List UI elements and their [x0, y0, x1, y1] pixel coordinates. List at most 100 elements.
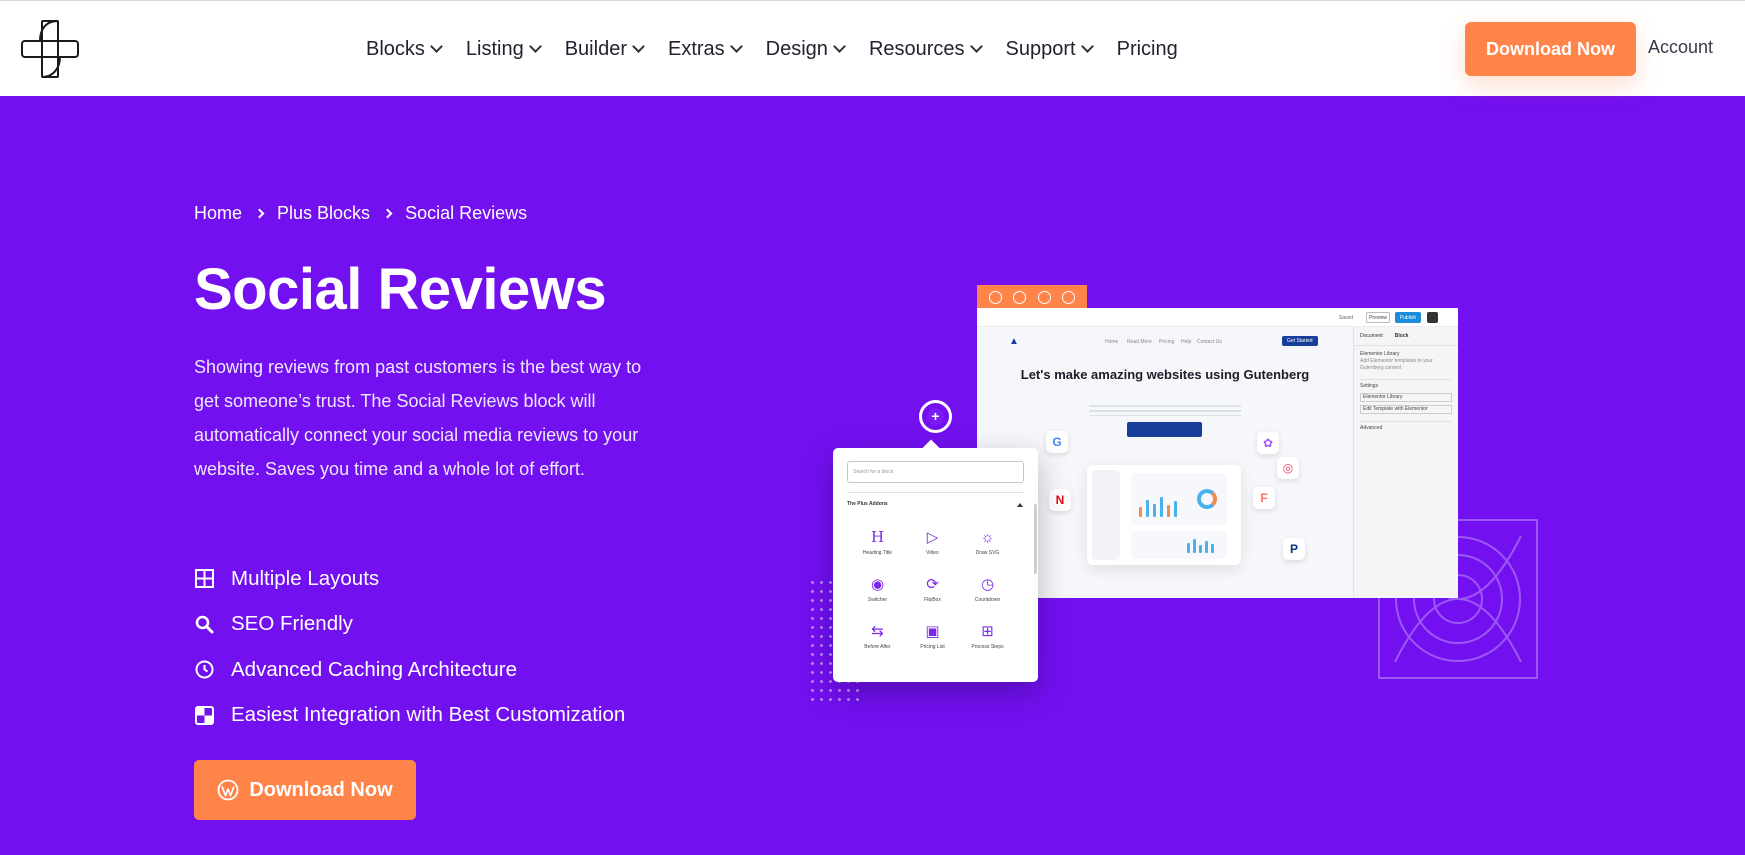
- panel-tabs: Document Block: [1354, 327, 1458, 346]
- header-download-button[interactable]: Download Now: [1465, 22, 1636, 76]
- block-item[interactable]: ⇆ Before After: [850, 622, 905, 650]
- download-now-button[interactable]: Download Now: [194, 760, 416, 820]
- block-label: Before After: [864, 644, 891, 650]
- collapse-icon[interactable]: [1017, 503, 1023, 507]
- mock-nav-item: Home: [1105, 339, 1119, 345]
- chevron-down-icon: [1080, 40, 1094, 53]
- chevron-down-icon: [729, 40, 743, 53]
- flipbox-icon: ⟳: [926, 576, 939, 593]
- block-search-input[interactable]: Search for a block: [847, 461, 1024, 483]
- mock-nav-item: Contact Us: [1197, 339, 1222, 345]
- nav-label: Design: [765, 37, 828, 60]
- panel-item[interactable]: Settings: [1360, 379, 1452, 390]
- bar: [1167, 505, 1170, 517]
- block-item[interactable]: ⊞ Process Steps: [960, 622, 1015, 650]
- panel-content: Elementor Library Add Elementor template…: [1354, 346, 1458, 437]
- block-item[interactable]: ☼ Draw SVG: [960, 528, 1015, 557]
- nav-extras[interactable]: Extras: [667, 37, 743, 61]
- add-block-button[interactable]: +: [919, 400, 952, 433]
- chevron-down-icon: [632, 40, 645, 53]
- redo-icon[interactable]: [1037, 290, 1051, 304]
- chevron-right-icon: [254, 208, 265, 219]
- layout-grid-icon: [194, 569, 214, 589]
- countdown-icon: ◷: [980, 576, 995, 593]
- site-logo[interactable]: [20, 19, 80, 79]
- dashboard-chart-card: [1131, 473, 1227, 525]
- block-label: Process Steps: [971, 644, 1004, 650]
- nav-label: Resources: [868, 37, 965, 60]
- bar: [1187, 543, 1190, 553]
- feature-item: Easiest Integration with Best Customizat…: [194, 693, 625, 739]
- dashboard-bottom-card: [1131, 531, 1227, 559]
- block-item[interactable]: ▣ Pricing List: [905, 622, 960, 650]
- bar: [1205, 541, 1208, 553]
- panel-item[interactable]: Elementor Library: [1360, 393, 1452, 402]
- breadcrumb: Home Plus Blocks Social Reviews: [194, 203, 527, 224]
- mock-nav-item: Help: [1181, 339, 1192, 345]
- mock-brand-icon: ▲: [1009, 336, 1019, 347]
- undo-icon[interactable]: [1013, 290, 1027, 304]
- feature-item: Multiple Layouts: [194, 556, 625, 602]
- nav-label: Support: [1005, 37, 1076, 60]
- plus-icon: +: [927, 408, 944, 425]
- settings-gear-icon[interactable]: [1427, 312, 1438, 323]
- feature-label: SEO Friendly: [231, 612, 353, 636]
- feature-label: Easiest Integration with Best Customizat…: [231, 703, 626, 727]
- saved-label: Saved: [1338, 314, 1354, 321]
- bar: [1199, 545, 1202, 553]
- block-item[interactable]: ▷ Video: [905, 528, 960, 556]
- inserter-section-title: The Plus Addons: [847, 501, 888, 507]
- nav-listing[interactable]: Listing: [466, 38, 542, 61]
- block-label: FlipBox: [924, 597, 941, 603]
- account-link[interactable]: Account: [1648, 37, 1713, 58]
- panel-item[interactable]: Edit Template with Elementor: [1360, 405, 1452, 414]
- netflix-icon: N: [1049, 489, 1071, 511]
- dashboard-sidebar: [1092, 470, 1120, 560]
- feature-item: Advanced Caching Architecture: [194, 647, 625, 693]
- block-inserter-popup: Search for a block The Plus Addons H Hea…: [833, 439, 1038, 682]
- video-icon: ▷: [926, 529, 939, 546]
- preview-button[interactable]: Preview: [1366, 312, 1390, 323]
- block-item[interactable]: H Heading Title: [850, 528, 905, 556]
- editor-cta: [1127, 422, 1202, 437]
- hero-description: Showing reviews from past customers is t…: [194, 357, 642, 479]
- panel-item[interactable]: Advanced: [1360, 421, 1452, 432]
- add-block-icon[interactable]: [988, 290, 1002, 304]
- nav-blocks[interactable]: Blocks: [366, 38, 443, 61]
- nav-label: Extras: [667, 37, 725, 60]
- bar: [1174, 501, 1177, 517]
- integration-icon: [194, 705, 214, 725]
- nav-label: Pricing: [1116, 37, 1178, 60]
- editor-settings-panel: Document Block Elementor Library Add Ele…: [1353, 327, 1458, 598]
- breadcrumb-current: Social Reviews: [405, 203, 528, 223]
- inserter-scrollbar[interactable]: [1034, 504, 1037, 574]
- site-header: Blocks Listing Builder Extras Design Res…: [0, 0, 1745, 96]
- bar: [1153, 504, 1156, 517]
- block-label: Draw SVG: [975, 550, 1000, 556]
- nav-label: Builder: [564, 37, 627, 60]
- mock-nav-item: Read More: [1127, 339, 1152, 345]
- panel-item: Add Elementor templates to your Gutenber…: [1360, 358, 1433, 371]
- publish-button[interactable]: Publish: [1395, 312, 1421, 323]
- nav-support[interactable]: Support: [1005, 37, 1094, 61]
- block-item[interactable]: ◷ Countdown: [960, 575, 1015, 603]
- breadcrumb-home[interactable]: Home: [194, 203, 242, 224]
- nav-resources[interactable]: Resources: [868, 37, 983, 61]
- block-item[interactable]: ◉ Switcher: [850, 575, 905, 603]
- dashboard-illustration: [1087, 465, 1241, 565]
- cta-label: Download Now: [249, 778, 393, 801]
- mock-nav-item: Pricing: [1159, 339, 1175, 345]
- block-label: Countdown: [974, 597, 1001, 603]
- breadcrumb-plus-blocks[interactable]: Plus Blocks: [277, 203, 370, 224]
- tab-document[interactable]: Document: [1360, 333, 1383, 339]
- block-item[interactable]: ⟳ FlipBox: [905, 575, 960, 603]
- nav-builder[interactable]: Builder: [564, 37, 645, 61]
- heading-icon: H: [870, 528, 885, 546]
- feature-item: SEO Friendly: [194, 602, 625, 648]
- nav-design[interactable]: Design: [765, 37, 846, 61]
- tab-block[interactable]: Block: [1395, 333, 1409, 339]
- info-icon[interactable]: [1062, 290, 1076, 304]
- nav-pricing[interactable]: Pricing: [1117, 38, 1178, 61]
- chevron-down-icon: [969, 40, 983, 53]
- bar: [1160, 497, 1163, 517]
